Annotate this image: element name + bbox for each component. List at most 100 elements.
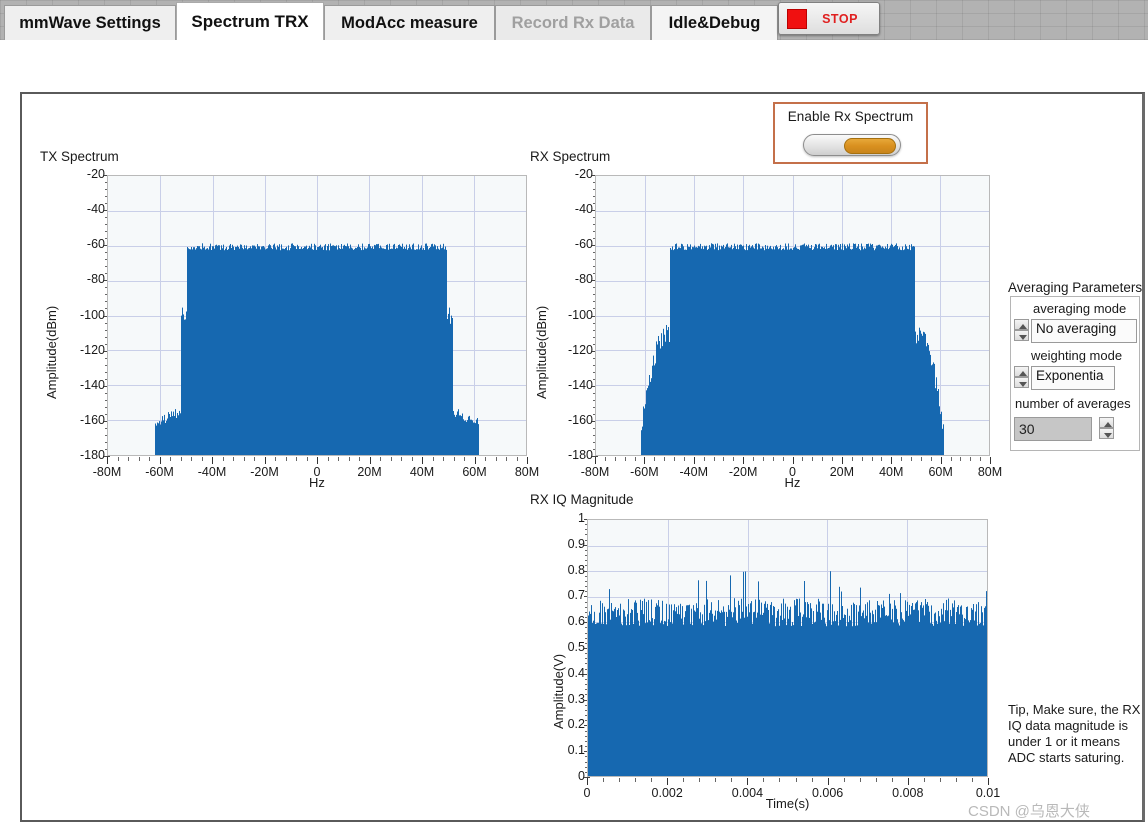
- axis-tick-label: 0.2: [567, 717, 585, 732]
- tab-label: Spectrum TRX: [191, 11, 309, 31]
- averaging-parameters-title: Averaging Parameters: [1008, 280, 1143, 295]
- axis-minor-tick: [296, 457, 297, 461]
- axis-minor-tick: [795, 778, 797, 782]
- axis-tick-mark: [107, 457, 108, 464]
- number-of-averages-decrement-button[interactable]: [1099, 428, 1114, 439]
- axis-minor-tick: [939, 778, 941, 782]
- tab-label: ModAcc measure: [341, 13, 478, 32]
- axis-minor-tick: [464, 457, 465, 461]
- number-of-averages-field[interactable]: 30: [1014, 417, 1092, 441]
- weighting-mode-increment-button[interactable]: [1014, 366, 1029, 377]
- axis-minor-tick: [117, 457, 119, 461]
- axis-minor-tick: [654, 457, 656, 461]
- number-of-averages-increment-button[interactable]: [1099, 417, 1114, 428]
- axis-tick-label: 0.1: [567, 743, 585, 758]
- axis-minor-tick: [811, 778, 813, 782]
- weighting-mode-value[interactable]: Exponentia: [1031, 366, 1115, 390]
- axis-tick-mark: [988, 778, 989, 785]
- axis-tick-label: -40: [574, 202, 593, 217]
- axis-minor-tick: [699, 778, 701, 782]
- weighting-mode-decrement-button[interactable]: [1014, 377, 1029, 388]
- tab-bar: mmWave Settings Spectrum TRX ModAcc meas…: [0, 0, 1148, 40]
- tab-spectrum-trx[interactable]: Spectrum TRX: [176, 2, 324, 40]
- axis-tick-mark: [667, 778, 669, 785]
- axis-tick-label: -60: [86, 237, 105, 252]
- axis-minor-tick: [635, 778, 637, 782]
- rx-spectrum-plot[interactable]: [595, 175, 990, 456]
- axis-minor-tick: [960, 457, 962, 461]
- axis-minor-tick: [254, 457, 255, 461]
- tab-idle-debug[interactable]: Idle&Debug: [651, 5, 778, 40]
- axis-tick-label: -40: [86, 202, 105, 217]
- axis-minor-tick: [881, 457, 883, 461]
- axis-minor-tick: [306, 457, 308, 461]
- axis-minor-tick: [453, 457, 455, 461]
- axis-minor-tick: [149, 457, 150, 461]
- tab-mmwave-settings[interactable]: mmWave Settings: [4, 5, 176, 40]
- axis-minor-tick: [191, 457, 192, 461]
- axis-tick-label: -140: [79, 377, 105, 392]
- axis-minor-tick: [762, 457, 764, 461]
- axis-tick-mark: [595, 457, 596, 464]
- axis-tick-mark: [747, 778, 749, 785]
- axis-tick-label: 0.8: [567, 562, 585, 577]
- axis-minor-tick: [812, 457, 814, 461]
- axis-tick-label: 0.3: [567, 691, 585, 706]
- axis-minor-tick: [875, 778, 877, 782]
- axis-tick-mark: [841, 457, 843, 464]
- averaging-mode-value[interactable]: No averaging: [1031, 319, 1137, 343]
- axis-minor-tick: [779, 778, 781, 782]
- axis-minor-tick: [327, 457, 329, 461]
- axis-minor-tick: [683, 457, 685, 461]
- axis-minor-tick: [348, 457, 350, 461]
- axis-minor-tick: [285, 457, 287, 461]
- axis-tick-label: -160: [79, 412, 105, 427]
- axis-tick-mark: [159, 457, 161, 464]
- averaging-mode-decrement-button[interactable]: [1014, 330, 1029, 341]
- weighting-mode-label: weighting mode: [1031, 348, 1123, 363]
- tab-modacc-measure[interactable]: ModAcc measure: [324, 5, 495, 40]
- axis-tick-mark: [264, 457, 266, 464]
- axis-minor-tick: [683, 778, 685, 782]
- enable-rx-spectrum-toggle[interactable]: [803, 134, 901, 156]
- axis-tick-label: -140: [567, 377, 593, 392]
- axis-minor-tick: [871, 457, 873, 461]
- tx-spectrum-plot[interactable]: [107, 175, 527, 456]
- axis-minor-tick: [432, 457, 434, 461]
- watermark: CSDN @乌恩大侠: [968, 803, 1090, 820]
- weighting-mode-spinner[interactable]: [1014, 366, 1029, 388]
- tx-spectrum-x-axis-title: Hz: [309, 475, 325, 490]
- axis-minor-tick: [275, 457, 276, 461]
- axis-tick-mark: [644, 457, 646, 464]
- averaging-mode-increment-button[interactable]: [1014, 319, 1029, 330]
- axis-tick-mark: [527, 457, 528, 464]
- axis-minor-tick: [411, 457, 413, 461]
- axis-minor-tick: [243, 457, 245, 461]
- enable-rx-spectrum-group: Enable Rx Spectrum: [773, 102, 928, 164]
- stop-button[interactable]: STOP: [778, 2, 880, 35]
- axis-minor-tick: [802, 457, 804, 461]
- rx-iq-magnitude-plot[interactable]: [587, 519, 988, 777]
- axis-tick-label: -100: [567, 307, 593, 322]
- axis-tick-mark: [693, 457, 695, 464]
- axis-tick-mark: [474, 457, 476, 464]
- axis-tick-mark: [422, 457, 423, 464]
- axis-tick-mark: [587, 778, 588, 785]
- axis-minor-tick: [614, 457, 616, 461]
- axis-minor-tick: [222, 457, 224, 461]
- axis-minor-tick: [506, 457, 507, 461]
- number-of-averages-spinner[interactable]: [1099, 417, 1114, 439]
- rx-spectrum-title: RX Spectrum: [530, 149, 611, 164]
- tab-record-rx-data[interactable]: Record Rx Data: [495, 5, 651, 40]
- axis-minor-tick: [651, 778, 653, 782]
- axis-tick-label: -120: [79, 342, 105, 357]
- axis-tick-label: -60: [574, 237, 593, 252]
- axis-minor-tick: [703, 457, 705, 461]
- axis-tick-mark: [369, 457, 371, 464]
- averaging-parameters-box: averaging mode No averaging weighting mo…: [1010, 296, 1140, 451]
- axis-minor-tick: [674, 457, 675, 461]
- averaging-mode-spinner[interactable]: [1014, 319, 1029, 341]
- axis-minor-tick: [634, 457, 636, 461]
- axis-minor-tick: [516, 457, 518, 461]
- axis-minor-tick: [138, 457, 140, 461]
